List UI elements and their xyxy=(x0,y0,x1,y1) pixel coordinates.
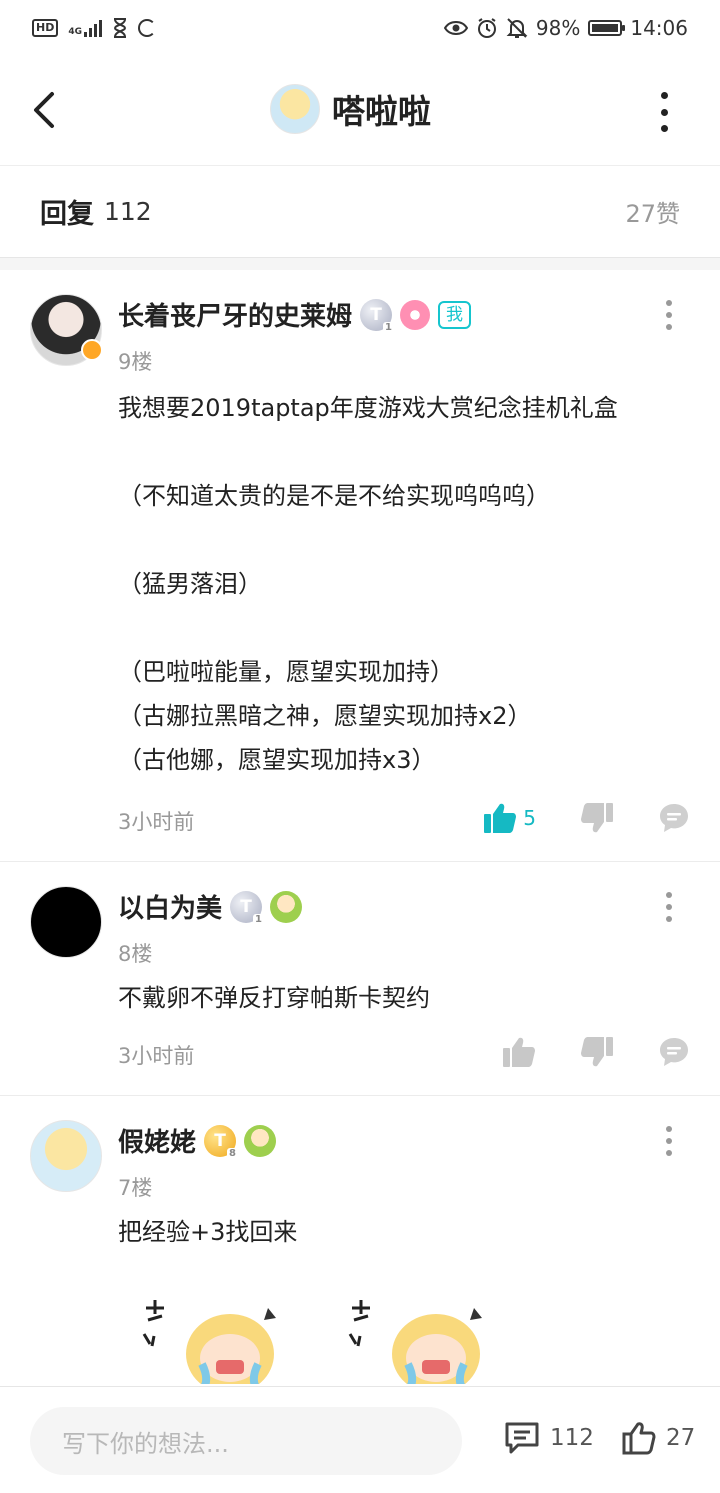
chevron-left-icon xyxy=(34,92,54,128)
thumbs-up-filled-icon xyxy=(484,803,517,833)
username[interactable]: 长着丧尸牙的史莱姆 xyxy=(118,296,352,333)
back-button[interactable] xyxy=(28,90,64,130)
floor-number: 7楼 xyxy=(118,1176,153,1200)
avatar[interactable] xyxy=(30,294,103,366)
likes-total: 27赞 xyxy=(625,200,680,228)
dislike-button[interactable] xyxy=(580,802,614,834)
thumbs-down-icon xyxy=(581,803,613,833)
status-bar: HD 4G 98% 14:06 xyxy=(0,0,720,56)
comments-count: 112 xyxy=(550,1425,594,1451)
comment-actions xyxy=(502,1036,690,1068)
username[interactable]: 假姥姥 xyxy=(118,1122,196,1159)
character-badge-icon xyxy=(270,890,303,923)
thumbs-down-icon xyxy=(581,1037,613,1067)
hourglass-icon xyxy=(113,18,127,38)
comment-more-button[interactable] xyxy=(664,1126,674,1156)
floor-number: 8楼 xyxy=(118,942,153,966)
bottom-bar: 写下你的想法... 112 27 xyxy=(0,1386,720,1493)
like-button[interactable]: 5 xyxy=(483,802,536,834)
character-badge-icon xyxy=(244,1124,277,1157)
flower-badge-icon xyxy=(400,299,431,330)
comment-item: 以白为美 T1 8楼 不戴卵不弹反打穿帕斯卡契约 3小时前 xyxy=(0,862,720,1096)
alarm-icon xyxy=(477,18,496,38)
page-title: 嗒啦啦 xyxy=(332,92,431,131)
level-badge-icon: T8 xyxy=(204,1124,239,1160)
battery-percent: 98% xyxy=(535,16,581,40)
replies-count: 112 xyxy=(104,197,152,226)
avatar[interactable] xyxy=(30,886,102,958)
comment-actions: 5 xyxy=(483,802,690,834)
crying-girl-sticker xyxy=(348,1300,482,1384)
like-button[interactable] xyxy=(502,1036,536,1068)
divider xyxy=(0,258,720,270)
comment-item: 长着丧尸牙的史莱姆 T1 我 9楼 我想要2019taptap年度游戏大赏纪念挂… xyxy=(0,270,720,862)
chat-bubble-icon xyxy=(660,1038,688,1066)
comment-body: 把经验+3找回来 xyxy=(118,1218,298,1246)
comment-header: 以白为美 T1 xyxy=(118,888,303,926)
loading-icon xyxy=(138,19,156,37)
level-badge-icon: T1 xyxy=(360,298,395,334)
comment-input-placeholder: 写下你的想法... xyxy=(62,1429,229,1458)
dislike-button[interactable] xyxy=(580,1036,614,1068)
vip-star-icon xyxy=(81,339,103,361)
reply-button[interactable] xyxy=(658,802,690,834)
floor-number: 9楼 xyxy=(118,350,153,374)
clock: 14:06 xyxy=(630,16,688,40)
chat-bubble-icon xyxy=(660,804,688,832)
avatar[interactable] xyxy=(30,1120,102,1192)
reply-button[interactable] xyxy=(658,1036,690,1068)
comment-more-button[interactable] xyxy=(664,892,674,922)
game-avatar xyxy=(270,84,320,134)
hd-icon: HD xyxy=(32,19,59,37)
comment-header: 长着丧尸牙的史莱姆 T1 我 xyxy=(118,296,472,334)
comment-time: 3小时前 xyxy=(118,1044,195,1068)
comment-item: 假姥姥 T8 7楼 把经验+3找回来 xyxy=(0,1096,720,1386)
mute-bell-icon xyxy=(506,18,528,38)
comment-body: 不戴卵不弹反打穿帕斯卡契约 xyxy=(118,984,430,1012)
app-header: 嗒啦啦 xyxy=(0,56,720,166)
signal-icon: 4G xyxy=(68,19,102,37)
comment-more-button[interactable] xyxy=(664,300,674,330)
comment-input[interactable]: 写下你的想法... xyxy=(30,1407,462,1475)
username[interactable]: 以白为美 xyxy=(118,888,222,925)
header-title-group: 嗒啦啦 xyxy=(270,84,431,134)
like-count: 5 xyxy=(523,806,536,830)
replies-bar: 回复 112 27赞 xyxy=(0,166,720,258)
thumbs-up-icon xyxy=(503,1037,535,1067)
more-dot-icon xyxy=(660,92,668,99)
comment-time: 3小时前 xyxy=(118,810,195,834)
thumbs-up-outline-icon xyxy=(622,1422,656,1455)
level-badge-icon: T1 xyxy=(230,890,265,926)
like-post-button[interactable]: 27 xyxy=(622,1421,695,1455)
battery-icon xyxy=(588,20,626,36)
comments-button[interactable]: 112 xyxy=(504,1421,594,1455)
me-badge: 我 xyxy=(438,300,472,329)
crying-girl-sticker xyxy=(142,1300,276,1384)
comment-icon xyxy=(505,1422,539,1454)
post-like-count: 27 xyxy=(666,1425,696,1451)
replies-label: 回复 xyxy=(40,199,94,230)
comment-body: 我想要2019taptap年度游戏大赏纪念挂机礼盒 （不知道太贵的是不是不给实现… xyxy=(118,394,618,774)
eye-icon xyxy=(443,21,468,35)
comment-header: 假姥姥 T8 xyxy=(118,1122,277,1160)
more-menu-button[interactable] xyxy=(656,92,672,132)
